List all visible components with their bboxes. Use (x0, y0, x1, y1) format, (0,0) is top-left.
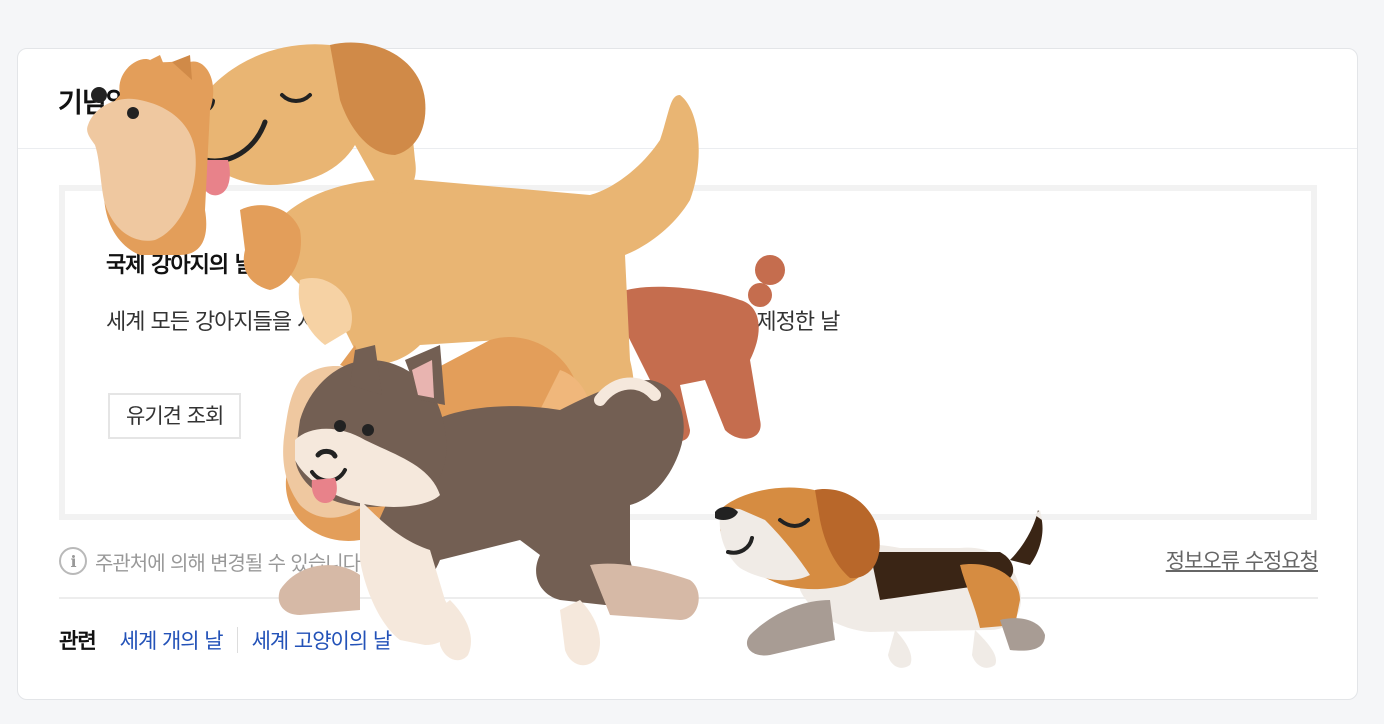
card-title: 기념일 (58, 88, 131, 119)
related-section: 관련 세계 개의 날 세계 고양이의 날 (59, 625, 393, 655)
anniversary-card: 기념일 국제 강아지의 날 세계 모든 강아지들을 사랑하고 보호하며 입양 문… (17, 48, 1358, 700)
abandoned-dog-search-button[interactable]: 유기견 조회 (108, 393, 242, 439)
event-description: 세계 모든 강아지들을 사랑하고 보호하며 입양 문화를 정착시키자는 취지로 … (106, 310, 840, 335)
report-error-link[interactable]: 정보오류 수정요청 (1166, 545, 1319, 575)
notice: i 주관처에 의해 변경될 수 있습니다. (59, 545, 366, 577)
event-name: 국제 강아지의 날 (106, 253, 255, 278)
info-icon: i (59, 547, 87, 575)
related-link-world-cat-day[interactable]: 세계 고양이의 날 (252, 625, 393, 655)
bottom-divider (59, 597, 1318, 599)
title-divider (18, 148, 1357, 149)
notice-text: 주관처에 의해 변경될 수 있습니다. (95, 550, 366, 575)
event-info-box: 국제 강아지의 날 세계 모든 강아지들을 사랑하고 보호하며 입양 문화를 정… (59, 185, 1317, 520)
related-label: 관련 (59, 629, 97, 653)
related-link-world-dog-day[interactable]: 세계 개의 날 (120, 625, 224, 655)
related-separator (236, 627, 238, 653)
